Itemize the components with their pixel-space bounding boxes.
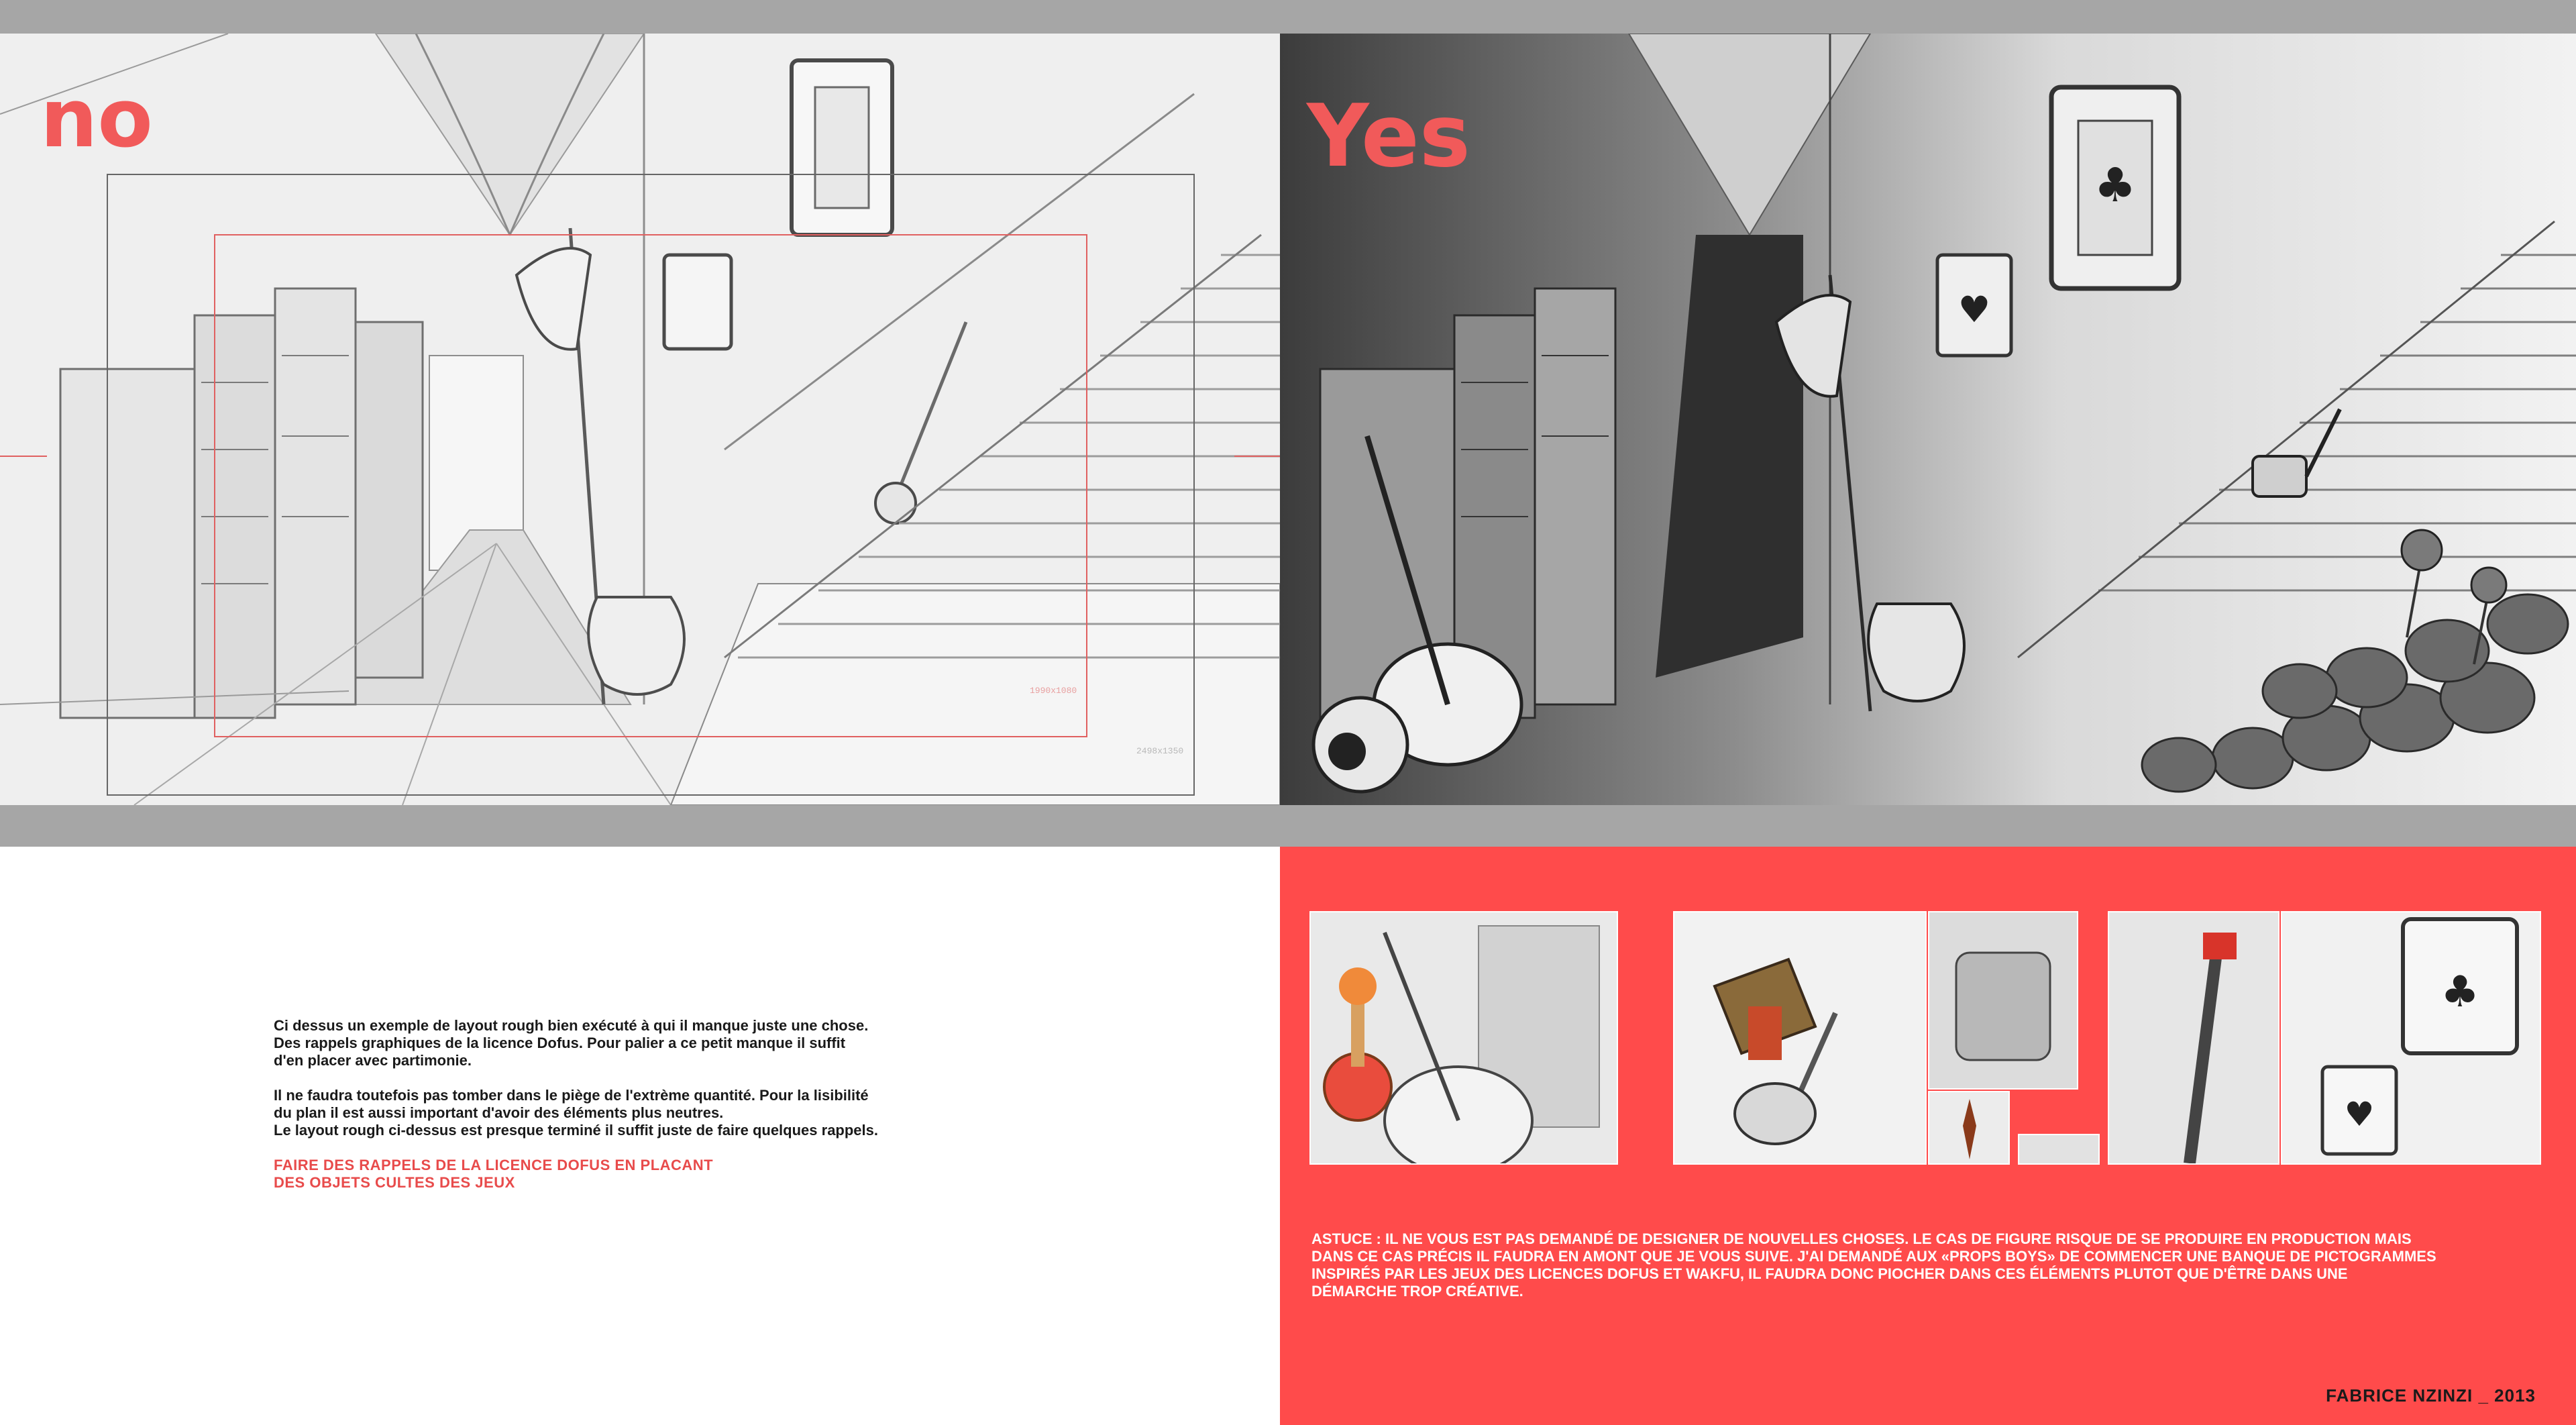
label-no: no <box>40 72 153 166</box>
thumb-feather <box>1928 1091 2010 1165</box>
frame-label-outer: 2498x1350 <box>1136 746 1184 756</box>
astuce-line-2: DANS CE CAS PRÉCIS IL FAUDRA EN AMONT QU… <box>1311 1248 2436 1265</box>
paragraph-2: Il ne faudra toutefois pas tomber dans l… <box>274 1087 1012 1139</box>
label-yes: Yes <box>1307 87 1470 187</box>
svg-text:♥: ♥ <box>2345 1095 2375 1134</box>
explanation-text: Ci dessus un exemple de layout rough bie… <box>274 1017 1012 1209</box>
highlight-note-line-1: FAIRE DES RAPPELS DE LA LICENCE DOFUS EN… <box>274 1157 714 1173</box>
svg-text:♣: ♣ <box>2094 158 2137 213</box>
svg-text:♣: ♣ <box>2440 967 2479 1017</box>
astuce-line-4: DÉMARCHE TROP CRÉATIVE. <box>1311 1283 1523 1300</box>
sketch-illustration-yes: ♣ ♥ <box>1280 34 2576 805</box>
thumb-small-detail <box>2018 1134 2100 1165</box>
frame-label-inner: 1990x1080 <box>1030 686 1077 696</box>
svg-text:♥: ♥ <box>1958 288 1990 331</box>
paragraph-1-line-3: d'en placer avec partimonie. <box>274 1052 472 1069</box>
thumb-backpack <box>1673 911 1927 1165</box>
highlight-note-line-2: DES OBJETS CULTES DES JEUX <box>274 1174 515 1191</box>
paragraph-2-line-1: Il ne faudra toutefois pas tomber dans l… <box>274 1087 869 1104</box>
paragraph-2-line-2: du plan il est aussi important d'avoir d… <box>274 1104 724 1121</box>
astuce-text: ASTUCE : IL NE VOUS EST PAS DEMANDÉ DE D… <box>1311 1230 2566 1300</box>
author-credit: FABRICE NZINZI _ 2013 <box>2326 1385 2536 1406</box>
paragraph-1-line-2: Des rappels graphiques de la licence Dof… <box>274 1035 846 1051</box>
middle-gray-band <box>0 805 2576 847</box>
thumb-chest <box>1928 911 2078 1090</box>
paragraph-2-line-3: Le layout rough ci-dessus est presque te… <box>274 1122 879 1139</box>
sketch-panel-no: 1990x1080 2498x1350 no <box>0 34 1280 805</box>
thumb-guitar <box>1309 911 1618 1165</box>
thumb-sword <box>2108 911 2279 1165</box>
astuce-line-3: INSPIRÉS PAR LES JEUX DES LICENCES DOFUS… <box>1311 1265 2348 1282</box>
highlight-note: FAIRE DES RAPPELS DE LA LICENCE DOFUS EN… <box>274 1157 1012 1192</box>
thumb-frames: ♣ ♥ <box>2281 911 2541 1165</box>
astuce-line-1: ASTUCE : IL NE VOUS EST PAS DEMANDÉ DE D… <box>1311 1230 2412 1247</box>
sketch-panel-yes: ♣ ♥ Yes <box>1280 34 2576 805</box>
reference-panel: ♣ ♥ <box>1280 847 2576 1425</box>
top-gray-band <box>0 0 2576 34</box>
paragraph-1: Ci dessus un exemple de layout rough bie… <box>274 1017 1012 1069</box>
paragraph-1-line-1: Ci dessus un exemple de layout rough bie… <box>274 1017 869 1034</box>
sketch-illustration-no <box>0 34 1280 805</box>
